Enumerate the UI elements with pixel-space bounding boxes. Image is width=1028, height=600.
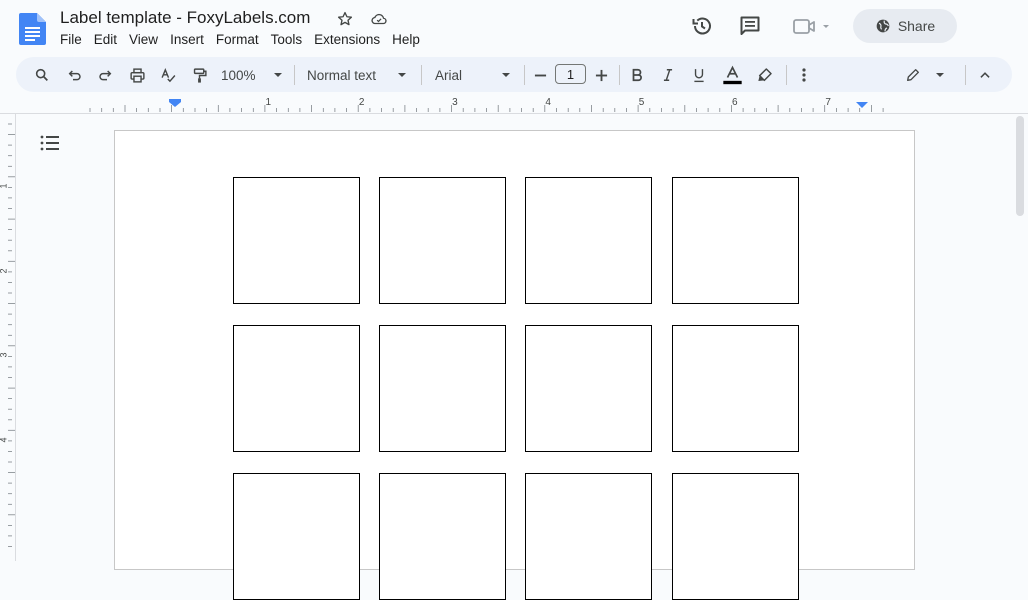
star-icon[interactable] (336, 10, 354, 28)
spelling-check-icon[interactable] (158, 66, 178, 84)
ruler-label: 6 (732, 97, 738, 108)
label-cell[interactable] (233, 473, 360, 600)
increase-font-size-icon[interactable] (594, 66, 608, 84)
comments-icon[interactable] (738, 14, 762, 38)
menu-edit[interactable]: Edit (88, 32, 123, 47)
horizontal-ruler-labels: 1 2 3 4 5 6 7 (0, 96, 1028, 114)
ruler-label: 2 (358, 97, 365, 108)
label-cell[interactable] (525, 177, 653, 304)
chevron-down-icon (502, 73, 510, 77)
paint-format-icon[interactable] (189, 66, 209, 84)
docs-logo-icon[interactable] (19, 13, 46, 45)
menu-extensions[interactable]: Extensions (308, 32, 386, 47)
chevron-down-icon (398, 73, 406, 77)
ruler-label: 7 (825, 97, 831, 108)
redo-icon[interactable] (96, 66, 114, 84)
document-title[interactable]: Label template - FoxyLabels.com (60, 8, 310, 28)
zoom-value: 100% (221, 67, 256, 83)
menu-format[interactable]: Format (210, 32, 265, 47)
underline-icon[interactable] (691, 66, 707, 84)
share-button-label: Share (897, 18, 936, 34)
document-page[interactable] (114, 130, 915, 600)
label-cell[interactable] (379, 325, 507, 452)
undo-icon[interactable] (66, 66, 84, 84)
decrease-font-size-icon[interactable] (533, 66, 547, 84)
ruler-label: 5 (638, 97, 645, 108)
more-options-icon[interactable] (796, 66, 812, 84)
italic-icon[interactable] (660, 66, 676, 84)
label-cell[interactable] (379, 177, 507, 304)
ruler-label: 1 (0, 183, 9, 188)
bold-icon[interactable] (629, 66, 645, 84)
label-cell[interactable] (525, 473, 653, 600)
zoom-select[interactable]: 100% (221, 66, 283, 84)
ruler-label: 4 (0, 437, 9, 442)
editing-mode-select[interactable] (905, 66, 945, 84)
pencil-icon (907, 69, 919, 81)
toolbar-divider (619, 65, 620, 85)
menu-insert[interactable]: Insert (164, 32, 210, 47)
highlight-color-icon[interactable] (756, 66, 774, 84)
font-family-select[interactable]: Arial (435, 66, 511, 84)
globe-icon (876, 19, 890, 33)
menu-view[interactable]: View (123, 32, 164, 47)
vertical-scrollbar[interactable] (1016, 116, 1024, 216)
ruler-label: 2 (0, 268, 9, 273)
paragraph-style-value: Normal text (307, 67, 377, 83)
ruler-label: 1 (265, 97, 272, 108)
menu-file[interactable]: File (60, 32, 88, 47)
vertical-ruler-labels: 1 2 3 4 (0, 114, 16, 561)
menu-help[interactable]: Help (386, 32, 426, 47)
label-cell[interactable] (671, 325, 799, 452)
version-history-icon[interactable] (690, 14, 714, 38)
ruler-label: 3 (0, 352, 9, 357)
ruler-label: 4 (545, 97, 551, 108)
cloud-status-icon[interactable] (370, 10, 388, 28)
meet-video-icon[interactable] (792, 17, 832, 37)
share-button[interactable]: Share (853, 9, 957, 43)
menu-tools[interactable]: Tools (265, 32, 309, 47)
toolbar-divider (786, 65, 787, 85)
print-icon[interactable] (127, 66, 147, 84)
toolbar-divider (294, 65, 295, 85)
toolbar-divider (421, 65, 422, 85)
toolbar-divider (524, 65, 525, 85)
label-cell[interactable] (525, 325, 653, 452)
menu-bar: File Edit View Insert Format Tools Exten… (60, 32, 426, 47)
label-cell[interactable] (671, 473, 799, 600)
chevron-down-icon (936, 73, 944, 77)
text-color-icon[interactable] (721, 65, 743, 85)
search-menus-icon[interactable] (33, 66, 51, 84)
paragraph-style-select[interactable]: Normal text (307, 66, 407, 84)
toolbar-divider (965, 65, 966, 85)
document-outline-icon[interactable] (40, 134, 60, 152)
chevron-down-icon (274, 73, 282, 77)
label-cell[interactable] (233, 325, 360, 452)
font-family-value: Arial (435, 67, 463, 83)
ruler-label: 3 (452, 97, 458, 108)
font-size-input[interactable]: 1 (555, 64, 586, 84)
label-cell[interactable] (671, 177, 799, 304)
label-cell[interactable] (379, 473, 507, 600)
label-cell[interactable] (233, 177, 360, 304)
hide-menus-icon[interactable] (976, 66, 994, 84)
